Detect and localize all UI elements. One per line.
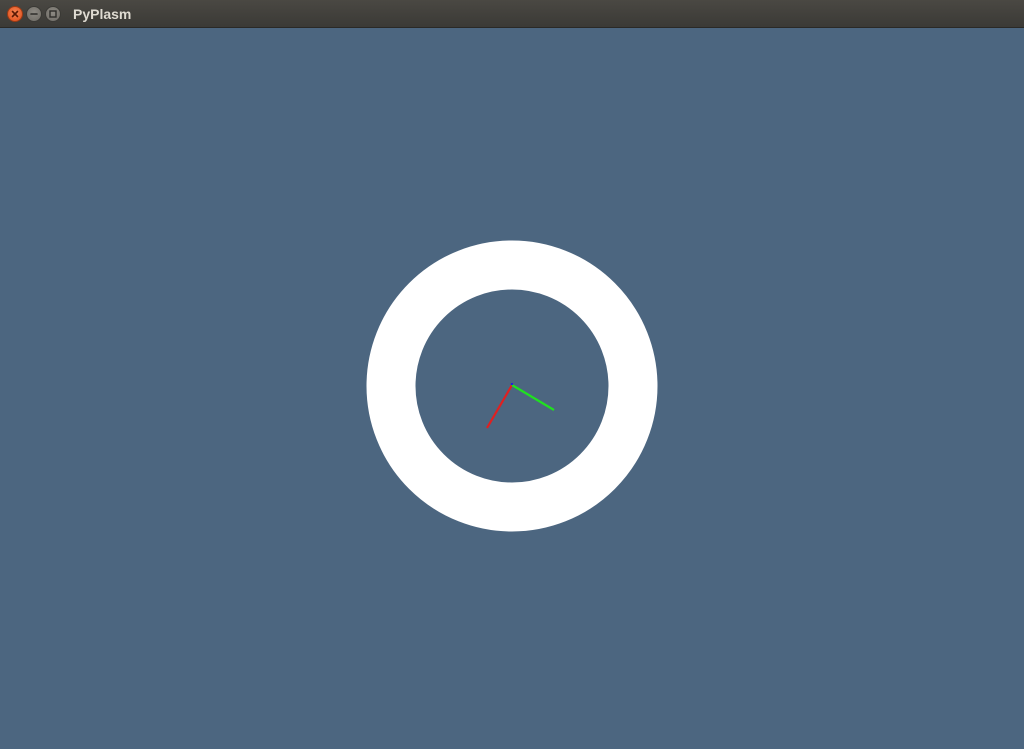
maximize-button[interactable]: [45, 6, 61, 22]
title-bar[interactable]: PyPlasm: [0, 0, 1024, 28]
y-axis-line: [511, 384, 555, 411]
scene-canvas[interactable]: [0, 28, 1024, 744]
close-icon: [11, 10, 19, 18]
close-button[interactable]: [7, 6, 23, 22]
window-title: PyPlasm: [73, 6, 132, 22]
pyplasm-window: PyPlasm: [0, 0, 1024, 744]
maximize-icon: [49, 10, 57, 18]
x-axis-line: [486, 384, 513, 429]
3d-viewport[interactable]: [0, 28, 1024, 744]
minimize-icon: [30, 13, 38, 15]
minimize-button[interactable]: [26, 6, 42, 22]
